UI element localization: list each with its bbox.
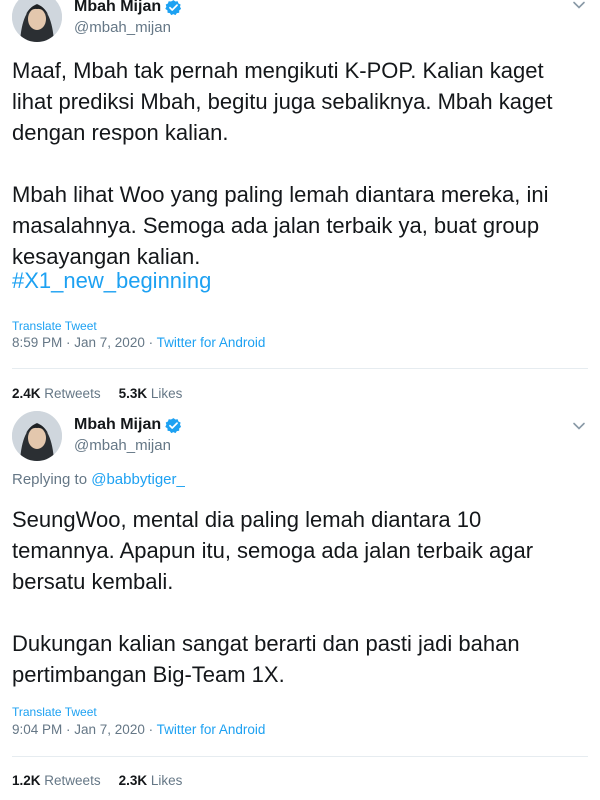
- author-name-text[interactable]: Mbah Mijan: [74, 0, 161, 16]
- author-handle[interactable]: @mbah_mijan: [74, 437, 171, 454]
- divider: [12, 756, 588, 757]
- author-name-text[interactable]: Mbah Mijan: [74, 416, 161, 434]
- chevron-down-icon[interactable]: [571, 418, 587, 434]
- tweet-metadata: 8:59 PM · Jan 7, 2020 · Twitter for Andr…: [12, 335, 265, 350]
- retweets-label: Retweets: [44, 773, 101, 788]
- source-link[interactable]: Twitter for Android: [157, 722, 266, 737]
- author-name[interactable]: Mbah Mijan: [74, 416, 182, 434]
- author-name[interactable]: Mbah Mijan: [74, 0, 182, 16]
- likes-label: Likes: [150, 773, 183, 788]
- avatar-image: [12, 411, 62, 461]
- retweets-stat[interactable]: 1.2K Retweets: [12, 773, 101, 788]
- likes-count: 2.3K: [118, 773, 148, 788]
- timestamp[interactable]: 9:04 PM · Jan 7, 2020 ·: [12, 722, 157, 737]
- source-link[interactable]: Twitter for Android: [157, 335, 266, 350]
- likes-stat[interactable]: 2.3K Likes: [119, 773, 183, 788]
- tweet-2: Mbah Mijan @mbah_mijan Replying to @babb…: [0, 406, 600, 800]
- replying-to-prefix: Replying to: [12, 471, 92, 488]
- likes-stat[interactable]: 5.3K Likes: [119, 386, 183, 401]
- tweet-stats: 1.2K Retweets 2.3K Likes: [12, 773, 182, 788]
- retweets-count: 1.2K: [12, 773, 41, 788]
- likes-count: 5.3K: [118, 386, 148, 401]
- author-handle[interactable]: @mbah_mijan: [74, 19, 171, 36]
- likes-label: Likes: [150, 386, 183, 401]
- tweet-text: Maaf, Mbah tak pernah mengikuti K-POP. K…: [12, 58, 553, 269]
- verified-badge-icon: [165, 417, 182, 433]
- avatar[interactable]: [12, 0, 62, 42]
- retweets-stat[interactable]: 2.4K Retweets: [12, 386, 101, 401]
- translate-tweet-link[interactable]: Translate Tweet: [12, 705, 97, 719]
- replying-to-link[interactable]: @babbytiger_: [91, 471, 185, 488]
- retweets-count: 2.4K: [12, 386, 41, 401]
- avatar-image: [12, 0, 62, 42]
- retweets-label: Retweets: [44, 386, 101, 401]
- tweet-metadata: 9:04 PM · Jan 7, 2020 · Twitter for Andr…: [12, 722, 265, 737]
- translate-tweet-link[interactable]: Translate Tweet: [12, 319, 97, 333]
- tweet-1: Mbah Mijan @mbah_mijan Maaf, Mbah tak pe…: [0, 0, 600, 406]
- chevron-down-icon[interactable]: [571, 0, 587, 13]
- avatar[interactable]: [12, 411, 62, 461]
- tweet-stats: 2.4K Retweets 5.3K Likes: [12, 386, 182, 401]
- hashtag-link[interactable]: #X1_new_beginning: [12, 268, 211, 294]
- verified-badge-icon: [165, 0, 182, 15]
- timestamp[interactable]: 8:59 PM · Jan 7, 2020 ·: [12, 335, 157, 350]
- replying-to: Replying to @babbytiger_: [12, 471, 185, 488]
- divider: [12, 368, 588, 369]
- tweet-text: SeungWoo, mental dia paling lemah dianta…: [12, 507, 534, 687]
